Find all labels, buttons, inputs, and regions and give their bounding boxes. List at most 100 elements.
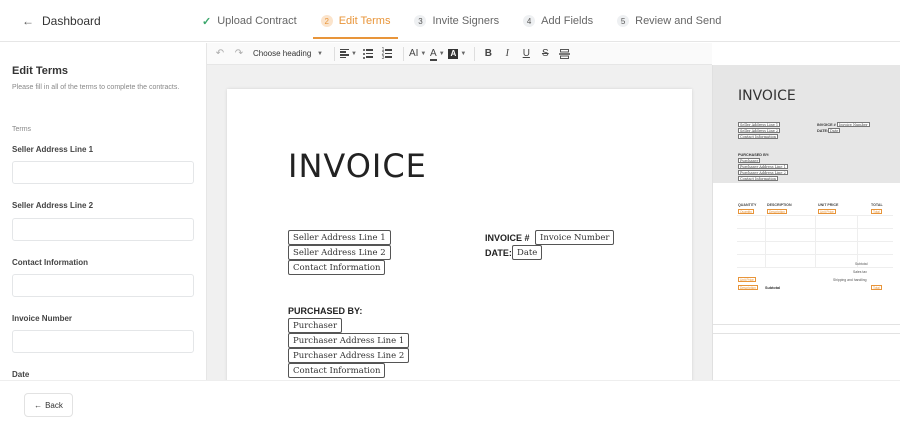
font-color-icon: A [430, 48, 437, 61]
field-label-seller-address-line-1: Seller Address Line 1 [12, 145, 94, 154]
preview-row-token: Total [871, 209, 882, 214]
horizontal-line-button[interactable] [556, 45, 572, 63]
redo-button[interactable]: ↷ [231, 45, 247, 63]
document-page: INVOICE Seller Address Line 1 Seller Add… [227, 89, 692, 380]
preview-label: PURCHASED BY: [738, 153, 770, 157]
font-color-button[interactable]: A ▼ [429, 45, 445, 63]
step-review-and-send[interactable]: 5 Review and Send [605, 0, 733, 42]
undo-button[interactable]: ↶ [212, 45, 228, 63]
underline-button[interactable]: U [518, 45, 534, 63]
step-add-fields[interactable]: 4 Add Fields [511, 0, 605, 42]
preview-token: Purchaser Address Line 1 [738, 164, 788, 169]
chevron-down-icon: ▼ [317, 50, 323, 57]
preview-table-header: DESCRIPTION [767, 203, 792, 207]
chevron-down-icon: ▼ [460, 50, 467, 57]
back-button[interactable]: ← Back [24, 393, 73, 417]
page-preview-panel: INVOICE Seller Address Line 1 Seller Add… [712, 65, 900, 380]
checkmark-icon: ✓ [202, 15, 212, 28]
contact-information-input[interactable] [12, 274, 194, 297]
sidebar-title: Edit Terms [12, 65, 69, 77]
app-root: ← Dashboard ✓ Upload Contract 2 Edit Ter… [0, 0, 900, 428]
invoice-number-input[interactable] [12, 330, 194, 353]
step-label: Review and Send [635, 15, 722, 27]
seller-address-line-1-input[interactable] [12, 161, 194, 184]
field-label-seller-address-line-2: Seller Address Line 2 [12, 201, 94, 210]
preview-token: Seller Address Line 2 [738, 128, 781, 133]
preview-page-thumbnail[interactable] [713, 333, 900, 380]
token-purchaser-contact-information[interactable]: Contact Information [288, 363, 386, 378]
preview-page-thumbnail[interactable]: INVOICE Seller Address Line 1 Seller Add… [713, 65, 900, 183]
toolbar-divider [402, 46, 404, 61]
preview-page-thumbnail[interactable]: QUANTITY DESCRIPTION UNIT PRICE TOTAL Qu… [713, 190, 900, 325]
chevron-down-icon: ▼ [351, 50, 357, 57]
strikethrough-button[interactable]: S [537, 45, 553, 63]
italic-icon: I [505, 48, 509, 59]
edit-terms-sidebar: Edit Terms Please fill in all of the ter… [0, 43, 207, 380]
strikethrough-icon: S [541, 48, 549, 59]
undo-icon: ↶ [215, 48, 225, 59]
token-purchaser-address-line-2[interactable]: Purchaser Address Line 2 [288, 348, 410, 363]
step-number: 2 [320, 15, 333, 27]
document-canvas[interactable]: INVOICE Seller Address Line 1 Seller Add… [207, 65, 712, 380]
chevron-down-icon: ▼ [420, 50, 427, 57]
italic-button[interactable]: I [499, 45, 515, 63]
bulleted-list-button[interactable] [360, 45, 376, 63]
preview-table-header: TOTAL [871, 203, 883, 207]
preview-row-token: Description [738, 285, 758, 290]
token-purchaser-address-line-1[interactable]: Purchaser Address Line 1 [288, 333, 410, 348]
heading-select[interactable]: Choose heading ▼ [250, 45, 326, 63]
arrow-left-icon: ← [22, 14, 34, 28]
token-contact-information[interactable]: Contact Information [288, 260, 386, 275]
bold-button[interactable]: B [480, 45, 496, 63]
seller-address-line-2-input[interactable] [12, 218, 194, 241]
preview-token: Seller Address Line 1 [738, 122, 781, 127]
preview-table-header: QUANTITY [738, 203, 757, 207]
field-label-invoice-number: Invoice Number [12, 314, 73, 323]
preview-row-token: Quantity [738, 209, 754, 214]
token-purchaser[interactable]: Purchaser [288, 318, 343, 333]
preview-token: Purchaser Address Line 2 [738, 170, 788, 175]
bold-icon: B [484, 48, 492, 59]
field-label-contact-information: Contact Information [12, 258, 88, 267]
step-label: Edit Terms [338, 15, 391, 27]
preview-title: INVOICE [738, 88, 796, 104]
step-edit-terms[interactable]: 2 Edit Terms [309, 0, 403, 42]
preview-summary-label: Shipping and handling [833, 278, 867, 282]
chevron-down-icon: ▼ [438, 50, 445, 57]
numbered-list-icon: 123 [382, 47, 393, 60]
step-label: Add Fields [541, 15, 594, 27]
sidebar-hint: Please fill in all of the terms to compl… [12, 84, 180, 91]
terms-section-label: Terms [12, 126, 32, 133]
editor-toolbar: ↶ ↷ Choose heading ▼ ▼ 123 AI ▼ A ▼ A ▼ … [207, 43, 712, 65]
numbered-list-button[interactable]: 123 [379, 45, 395, 63]
step-invite-signers[interactable]: 3 Invite Signers [402, 0, 511, 42]
step-label: Upload Contract [217, 15, 297, 27]
step-upload-contract[interactable]: ✓ Upload Contract [190, 0, 309, 42]
preview-label: DATE: [817, 129, 829, 133]
preview-token: Purchaser [738, 158, 761, 163]
token-invoice-number[interactable]: Invoice Number [535, 230, 615, 245]
preview-token: Date [828, 128, 841, 133]
step-number: 5 [617, 15, 630, 27]
horizontal-line-icon [558, 48, 570, 59]
align-left-icon [340, 48, 349, 59]
font-size-button[interactable]: AI ▼ [409, 45, 426, 63]
background-color-button[interactable]: A ▼ [448, 45, 466, 63]
step-number: 4 [523, 15, 536, 27]
token-seller-address-line-1[interactable]: Seller Address Line 1 [288, 230, 391, 245]
back-to-dashboard-link[interactable]: ← Dashboard [22, 13, 101, 29]
token-seller-address-line-2[interactable]: Seller Address Line 2 [288, 245, 391, 260]
back-to-dashboard-label: Dashboard [42, 14, 101, 28]
document-title: INVOICE [288, 147, 427, 185]
bulleted-list-icon [362, 48, 373, 59]
preview-label: INVOICE # [817, 123, 836, 127]
toolbar-divider [334, 46, 335, 61]
heading-select-value: Choose heading [253, 49, 312, 58]
field-label-date: Date [12, 370, 30, 379]
preview-summary-label: Subtotal [855, 262, 868, 266]
step-number: 3 [414, 15, 427, 27]
token-date[interactable]: Date [512, 245, 543, 260]
align-dropdown-button[interactable]: ▼ [340, 45, 357, 63]
bottom-bar: ← Back [0, 380, 900, 428]
font-size-icon: AI [408, 48, 419, 59]
